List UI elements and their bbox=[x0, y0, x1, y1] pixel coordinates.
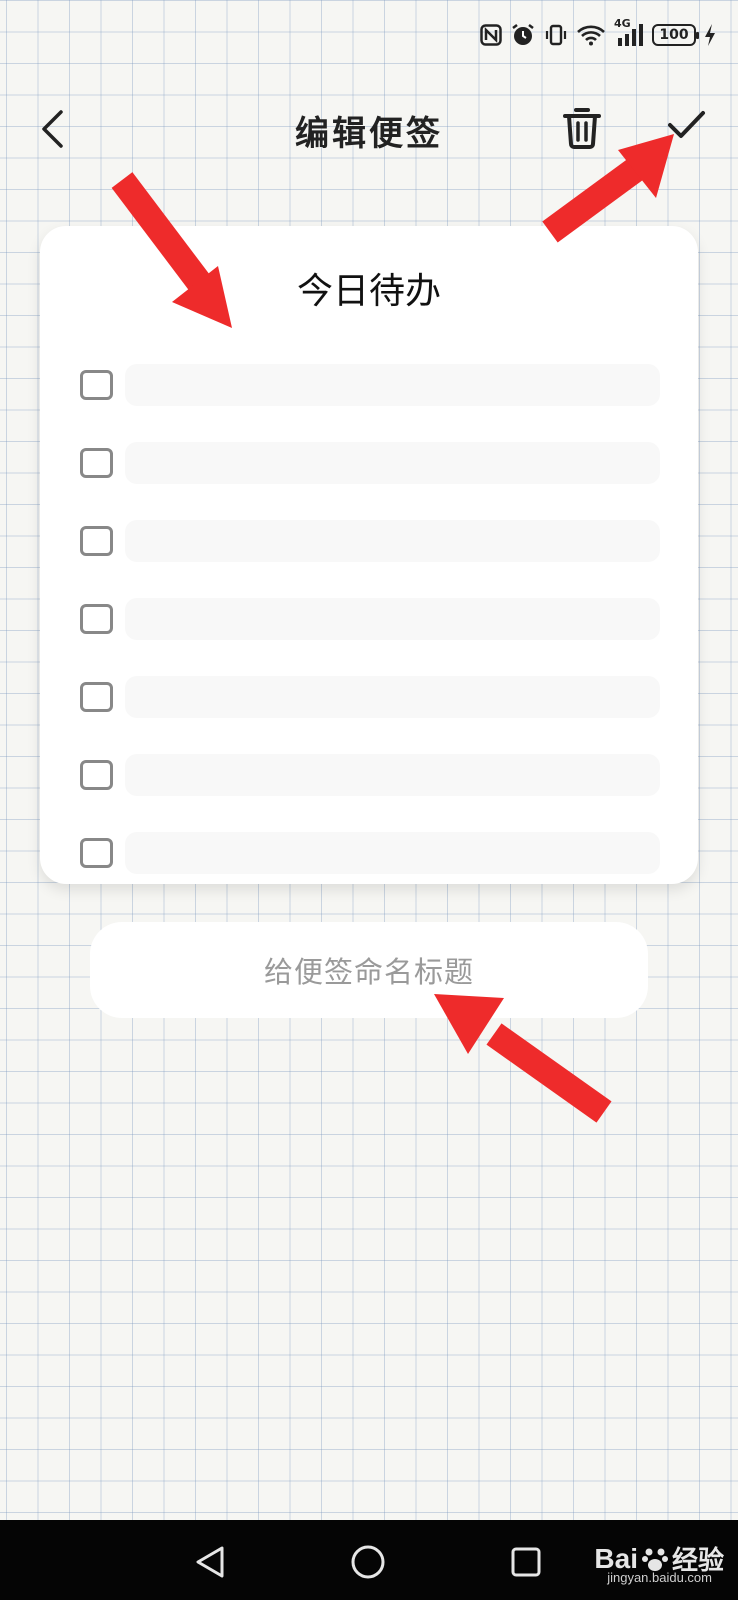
watermark-url: jingyan.baidu.com bbox=[607, 1570, 712, 1585]
battery-icon: 100 bbox=[652, 24, 699, 46]
nav-back-button[interactable] bbox=[186, 1538, 234, 1586]
todo-input[interactable] bbox=[125, 442, 660, 484]
signal-icon: 4G bbox=[614, 17, 644, 47]
list-item bbox=[80, 814, 660, 892]
todo-checkbox[interactable] bbox=[80, 604, 113, 634]
todo-input[interactable] bbox=[125, 832, 660, 874]
system-nav-bar: Bai 经验 jingyan.baidu.com bbox=[0, 1520, 738, 1600]
annotation-arrow-icon bbox=[434, 994, 612, 1123]
list-item bbox=[80, 424, 660, 502]
annotation-arrow-icon bbox=[542, 134, 674, 243]
list-item bbox=[80, 658, 660, 736]
battery-level: 100 bbox=[659, 27, 689, 43]
nav-home-button[interactable] bbox=[344, 1538, 392, 1586]
todo-checkbox[interactable] bbox=[80, 370, 113, 400]
alarm-icon bbox=[510, 23, 536, 47]
todo-checkbox[interactable] bbox=[80, 682, 113, 712]
status-bar: 4G 100 bbox=[480, 17, 716, 52]
network-type-label: 4G bbox=[614, 17, 631, 30]
annotation-arrow-icon bbox=[111, 172, 232, 328]
paw-icon bbox=[641, 1548, 668, 1571]
todo-checkbox[interactable] bbox=[80, 526, 113, 556]
circle-home-icon bbox=[351, 1545, 385, 1579]
todo-input[interactable] bbox=[125, 676, 660, 718]
nav-recents-button[interactable] bbox=[502, 1538, 550, 1586]
list-item bbox=[80, 502, 660, 580]
baidu-watermark: Bai 经验 jingyan.baidu.com bbox=[594, 1540, 724, 1586]
wifi-icon bbox=[576, 24, 606, 46]
todo-input[interactable] bbox=[125, 364, 660, 406]
charging-icon bbox=[704, 23, 716, 47]
square-recents-icon bbox=[511, 1547, 541, 1577]
list-item bbox=[80, 736, 660, 814]
todo-checkbox[interactable] bbox=[80, 760, 113, 790]
todo-checkbox[interactable] bbox=[80, 448, 113, 478]
todo-input[interactable] bbox=[125, 754, 660, 796]
vibrate-icon bbox=[544, 23, 568, 47]
triangle-back-icon bbox=[196, 1546, 224, 1578]
list-item bbox=[80, 580, 660, 658]
list-item bbox=[80, 346, 660, 424]
todo-input[interactable] bbox=[125, 598, 660, 640]
todo-input[interactable] bbox=[125, 520, 660, 562]
todo-checkbox[interactable] bbox=[80, 838, 113, 868]
note-title-placeholder: 给便签命名标题 bbox=[263, 955, 474, 989]
nfc-icon bbox=[480, 24, 502, 46]
todo-list bbox=[80, 346, 660, 892]
